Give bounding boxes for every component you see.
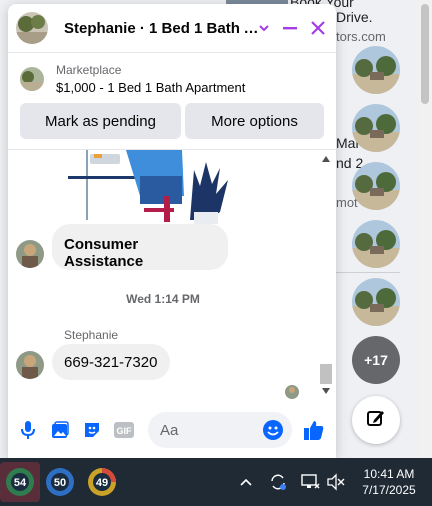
sticker-icon[interactable] [80, 418, 104, 442]
photo-icon[interactable] [48, 418, 72, 442]
message-timestamp: Wed 1:14 PM [126, 292, 200, 306]
contact-avatar[interactable] [352, 220, 400, 268]
chat-scrollbar[interactable] [318, 150, 334, 400]
shared-image[interactable] [64, 150, 234, 224]
message-composer: GIF Aa [8, 408, 336, 452]
message-input-placeholder: Aa [160, 421, 179, 439]
message-bubble[interactable]: Consumer Assistance [52, 224, 228, 270]
chat-scrollbar-thumb[interactable] [320, 364, 332, 384]
contact-avatar[interactable] [352, 162, 400, 210]
seen-avatar [285, 385, 299, 399]
listing-price-title: $1,000 - 1 Bed 1 Bath Apartment [56, 80, 246, 95]
feed-snippet: Drive. [336, 9, 373, 25]
sender-avatar[interactable] [16, 351, 44, 379]
chat-header[interactable]: Stephanie · 1 Bed 1 Bath A... [8, 4, 336, 52]
contact-avatar[interactable] [352, 46, 400, 94]
minimize-icon[interactable] [278, 16, 302, 40]
mark-as-pending-button[interactable]: Mark as pending [20, 103, 181, 139]
compose-icon [366, 408, 386, 433]
clock-date: 7/17/2025 [362, 483, 416, 497]
chevron-up-icon[interactable] [236, 472, 256, 492]
listing-category: Marketplace [56, 63, 122, 77]
chat-title[interactable]: Stephanie · 1 Bed 1 Bath A... [64, 20, 260, 37]
app-badge: 50 [54, 477, 66, 489]
contact-avatar[interactable] [352, 278, 400, 326]
chevron-down-icon[interactable] [252, 16, 276, 40]
app-badge: 54 [14, 477, 27, 489]
taskbar-app-chrome[interactable]: 50 [40, 462, 80, 502]
emoji-icon[interactable] [262, 419, 284, 445]
more-options-button[interactable]: More options [185, 103, 324, 139]
page-scrollbar[interactable] [418, 0, 432, 458]
feed-divider [336, 272, 400, 273]
message-bubble[interactable]: 669-321-7320 [52, 344, 170, 380]
volume-muted-icon[interactable] [326, 472, 346, 492]
sender-avatar[interactable] [16, 240, 44, 268]
listing-thumbnail [20, 67, 44, 91]
sync-icon[interactable] [268, 472, 288, 492]
contact-avatar[interactable] [352, 104, 400, 152]
listing-info[interactable]: Marketplace $1,000 - 1 Bed 1 Bath Apartm… [20, 63, 245, 95]
contact-avatar[interactable] [16, 12, 48, 44]
clock-time: 10:41 AM [363, 467, 415, 481]
chat-window: Stephanie · 1 Bed 1 Bath A... Marketplac… [8, 4, 336, 458]
gif-icon[interactable]: GIF [112, 418, 136, 442]
sender-name: Stephanie [64, 328, 119, 342]
taskbar: 54 50 49 10:41 AM 7/17/2025 [0, 458, 432, 506]
microphone-icon[interactable] [16, 418, 40, 442]
close-icon[interactable] [306, 16, 330, 40]
taskbar-app-chrome[interactable]: 54 [0, 462, 40, 502]
message-list[interactable]: Consumer Assistance Wed 1:14 PM Stephani… [8, 150, 336, 400]
new-message-button[interactable] [352, 396, 400, 444]
like-icon[interactable] [302, 418, 326, 442]
more-chats-count: +17 [364, 352, 388, 368]
listing-banner: Marketplace $1,000 - 1 Bed 1 Bath Apartm… [8, 52, 336, 150]
app-badge: 49 [96, 477, 108, 489]
system-clock[interactable]: 10:41 AM 7/17/2025 [355, 466, 423, 498]
network-icon[interactable] [300, 472, 320, 492]
page-scrollbar-thumb[interactable] [421, 4, 429, 104]
message-input[interactable]: Aa [148, 412, 292, 448]
svg-text:GIF: GIF [117, 426, 133, 436]
screen: Book Your Drive. tors.com Mar nd 2 mot +… [0, 0, 432, 506]
taskbar-app-chrome[interactable]: 49 [82, 462, 122, 502]
more-chats-button[interactable]: +17 [352, 336, 400, 384]
feed-snippet: tors.com [336, 29, 386, 44]
